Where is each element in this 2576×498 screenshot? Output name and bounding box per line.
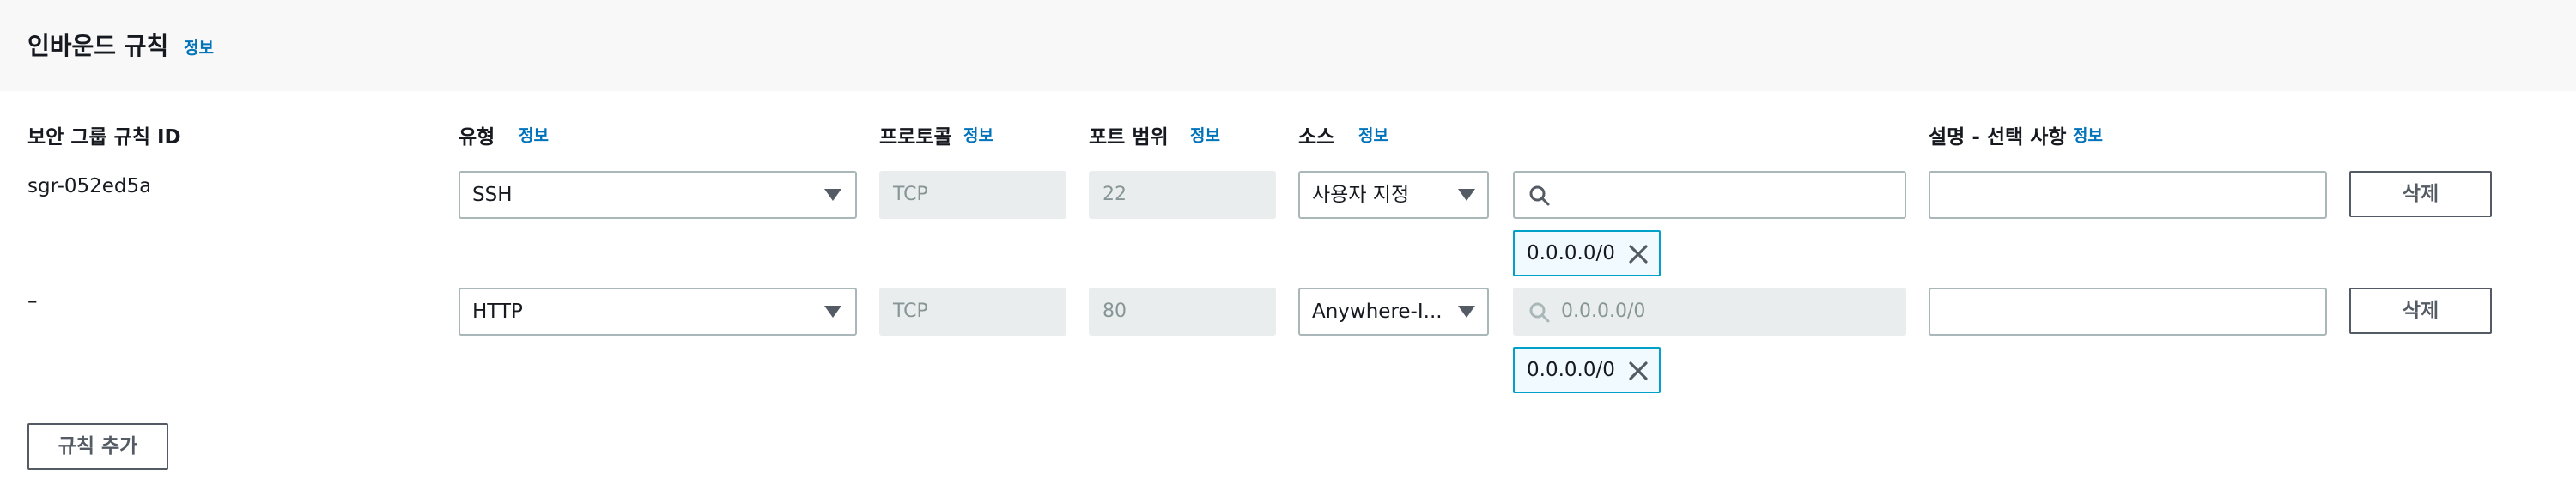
rule-row-1-source-select[interactable]: 사용자 지정 (1298, 171, 1489, 219)
caret-down-icon (824, 306, 841, 318)
rule-id: – (27, 290, 38, 313)
rule-row-2-description-input[interactable] (1929, 288, 2327, 336)
rule-row-1-type-select[interactable]: SSH (459, 171, 857, 219)
rule-row-2-source-select[interactable]: Anywhere-I... (1298, 288, 1489, 336)
col-port-info-link[interactable]: 정보 (1190, 123, 1220, 146)
search-icon (1529, 302, 1550, 323)
rule-row-2-type-select[interactable]: HTTP (459, 288, 857, 336)
add-rule-button[interactable]: 규칙 추가 (27, 423, 168, 470)
search-icon (1529, 185, 1550, 206)
rule-row-1-source-token: 0.0.0.0/0 (1513, 230, 1661, 276)
search-placeholder: 0.0.0.0/0 (1561, 301, 1646, 322)
rule-row-1-delete-button[interactable]: 삭제 (2349, 171, 2492, 217)
protocol-value: TCP (893, 301, 928, 322)
rule-row-1-source-search-input[interactable] (1513, 171, 1906, 219)
rule-id: sgr-052ed5a (27, 175, 149, 197)
col-source-info-link[interactable]: 정보 (1358, 123, 1388, 146)
source-select-value: 사용자 지정 (1312, 184, 1410, 206)
col-header-description: 설명 - 선택 사항 (1929, 126, 2067, 149)
caret-down-icon (1458, 306, 1475, 318)
rule-row-2-source-search-input: 0.0.0.0/0 (1513, 288, 1906, 336)
col-header-source: 소스 (1298, 126, 1335, 149)
protocol-value: TCP (893, 184, 928, 205)
col-description-info-link[interactable]: 정보 (2073, 123, 2103, 146)
port-range-value: 80 (1103, 301, 1127, 322)
col-header-type: 유형 (459, 126, 495, 149)
rule-row-2-port-field: 80 (1089, 288, 1276, 336)
rule-row-1-description-input[interactable] (1929, 171, 2327, 219)
port-range-value: 22 (1103, 184, 1127, 205)
rule-row-1-port-field: 22 (1089, 171, 1276, 219)
rule-row-2-protocol-field: TCP (879, 288, 1066, 336)
caret-down-icon (1458, 189, 1475, 201)
rule-row-1-protocol-field: TCP (879, 171, 1066, 219)
type-select-value: HTTP (472, 301, 523, 323)
section-title: 인바운드 규칙 (27, 32, 169, 60)
close-icon[interactable] (1628, 244, 1649, 264)
col-header-protocol: 프로토콜 (879, 126, 952, 149)
section-info-link[interactable]: 정보 (184, 35, 214, 58)
type-select-value: SSH (472, 184, 513, 206)
close-icon[interactable] (1628, 361, 1649, 381)
section-header (0, 0, 2576, 91)
rule-row-2-delete-button[interactable]: 삭제 (2349, 288, 2492, 334)
token-label: 0.0.0.0/0 (1527, 359, 1615, 381)
rule-row-2-source-token: 0.0.0.0/0 (1513, 347, 1661, 393)
source-select-value: Anywhere-I... (1312, 301, 1443, 323)
caret-down-icon (824, 189, 841, 201)
rule-row-2-id-cell: – (27, 290, 149, 313)
col-protocol-info-link[interactable]: 정보 (963, 123, 993, 146)
token-label: 0.0.0.0/0 (1527, 242, 1615, 264)
rule-row-1-id-cell: sgr-052ed5a (27, 175, 149, 197)
col-type-info-link[interactable]: 정보 (519, 123, 549, 146)
col-header-rule-id: 보안 그룹 규칙 ID (27, 126, 181, 149)
col-header-port-range: 포트 범위 (1089, 126, 1169, 149)
